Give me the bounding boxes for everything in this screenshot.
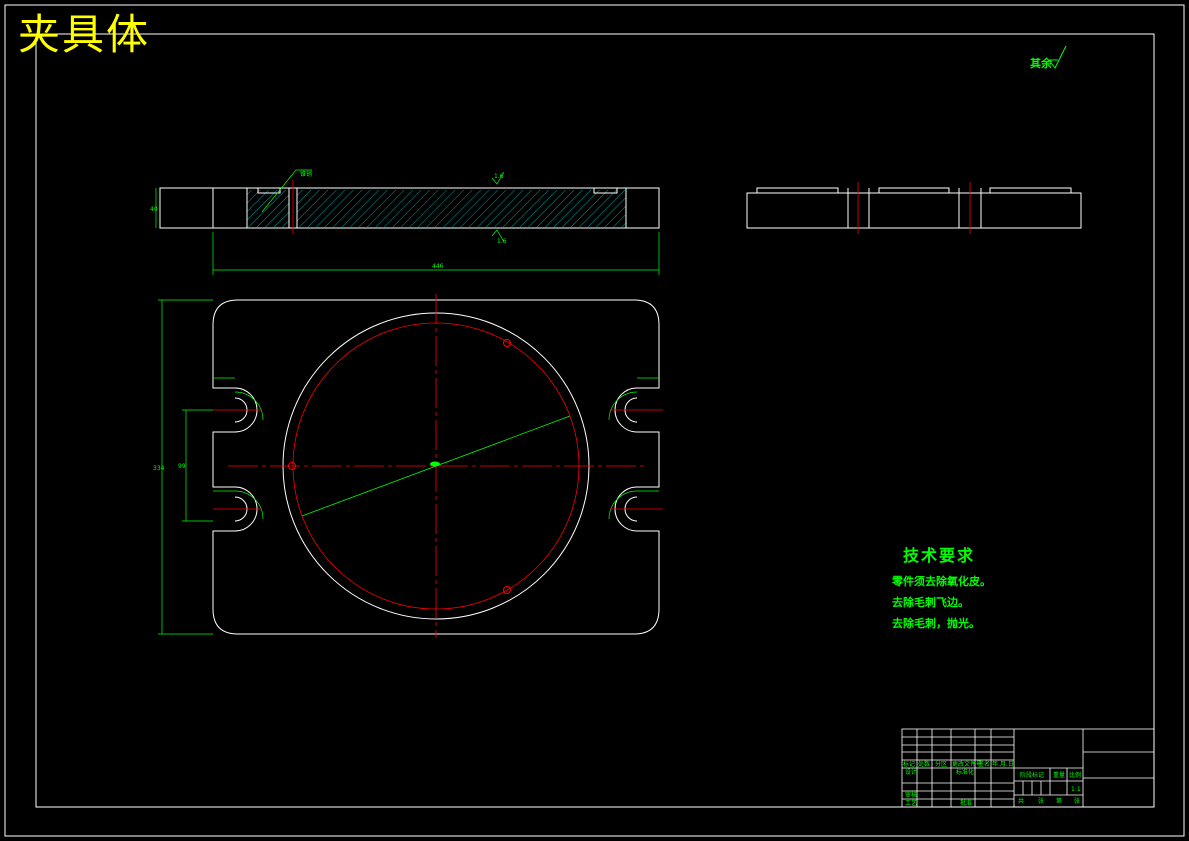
svg-text:共: 共 [1018, 797, 1024, 805]
svg-text:第: 第 [1056, 797, 1062, 805]
svg-text:比例: 比例 [1069, 771, 1081, 779]
svg-text:张: 张 [1038, 797, 1044, 805]
svg-text:批准: 批准 [960, 799, 972, 807]
svg-text:99: 99 [178, 463, 186, 470]
tech-requirements-list: 零件须去除氧化皮。 去除毛刺飞边。 去除毛刺，抛光。 [892, 574, 991, 637]
svg-text:标准化: 标准化 [956, 768, 974, 776]
svg-text:标记: 标记 [903, 760, 915, 768]
plan-view: 334 99 [153, 294, 663, 638]
hatch-left [247, 190, 289, 227]
svg-text:设计: 设计 [905, 768, 917, 776]
inner-frame [35, 33, 1155, 808]
svg-text:阶段标记: 阶段标记 [1020, 771, 1044, 779]
tech-requirement-item: 去除毛刺，抛光。 [892, 617, 980, 630]
roughness-note: 其余 [1030, 57, 1052, 70]
svg-text:处数: 处数 [918, 760, 930, 768]
svg-text:1.6: 1.6 [497, 238, 507, 245]
tech-requirements-heading: 技术要求 [903, 546, 976, 565]
svg-text:分区: 分区 [935, 760, 947, 768]
title-block [901, 728, 1155, 808]
cad-drawing-canvas: 446 40 锥销 1.6 1.6 334 99 标记 处数 分区 更改文件号 … [4, 4, 1185, 837]
svg-text:重量: 重量 [1053, 771, 1065, 779]
section-left-step [159, 187, 213, 229]
title-block-text: 标记 处数 分区 更改文件号 签名 年.月.日 设计 标准化 审核 工艺 批准 … [903, 760, 1081, 807]
drawing-title: 夹具体 [18, 10, 151, 59]
svg-text:签名: 签名 [978, 760, 990, 768]
svg-text:446: 446 [432, 263, 444, 270]
tech-requirement-item: 零件须去除氧化皮。 [892, 575, 991, 588]
svg-text:1.6: 1.6 [494, 173, 504, 180]
svg-text:40: 40 [150, 206, 158, 213]
svg-text:工艺: 工艺 [905, 799, 917, 807]
svg-text:年.月.日: 年.月.日 [992, 760, 1014, 768]
section-view: 446 40 锥销 1.6 1.6 [150, 169, 660, 275]
tech-requirement-item: 去除毛刺飞边。 [892, 596, 969, 609]
side-view [746, 182, 1082, 234]
hatch-main [297, 190, 626, 227]
svg-text:审核: 审核 [905, 791, 917, 799]
outer-border [4, 4, 1185, 837]
svg-text:锥销: 锥销 [300, 170, 312, 178]
svg-text:1:1: 1:1 [1071, 786, 1081, 793]
svg-text:334: 334 [153, 465, 165, 472]
svg-text:张: 张 [1074, 797, 1080, 805]
